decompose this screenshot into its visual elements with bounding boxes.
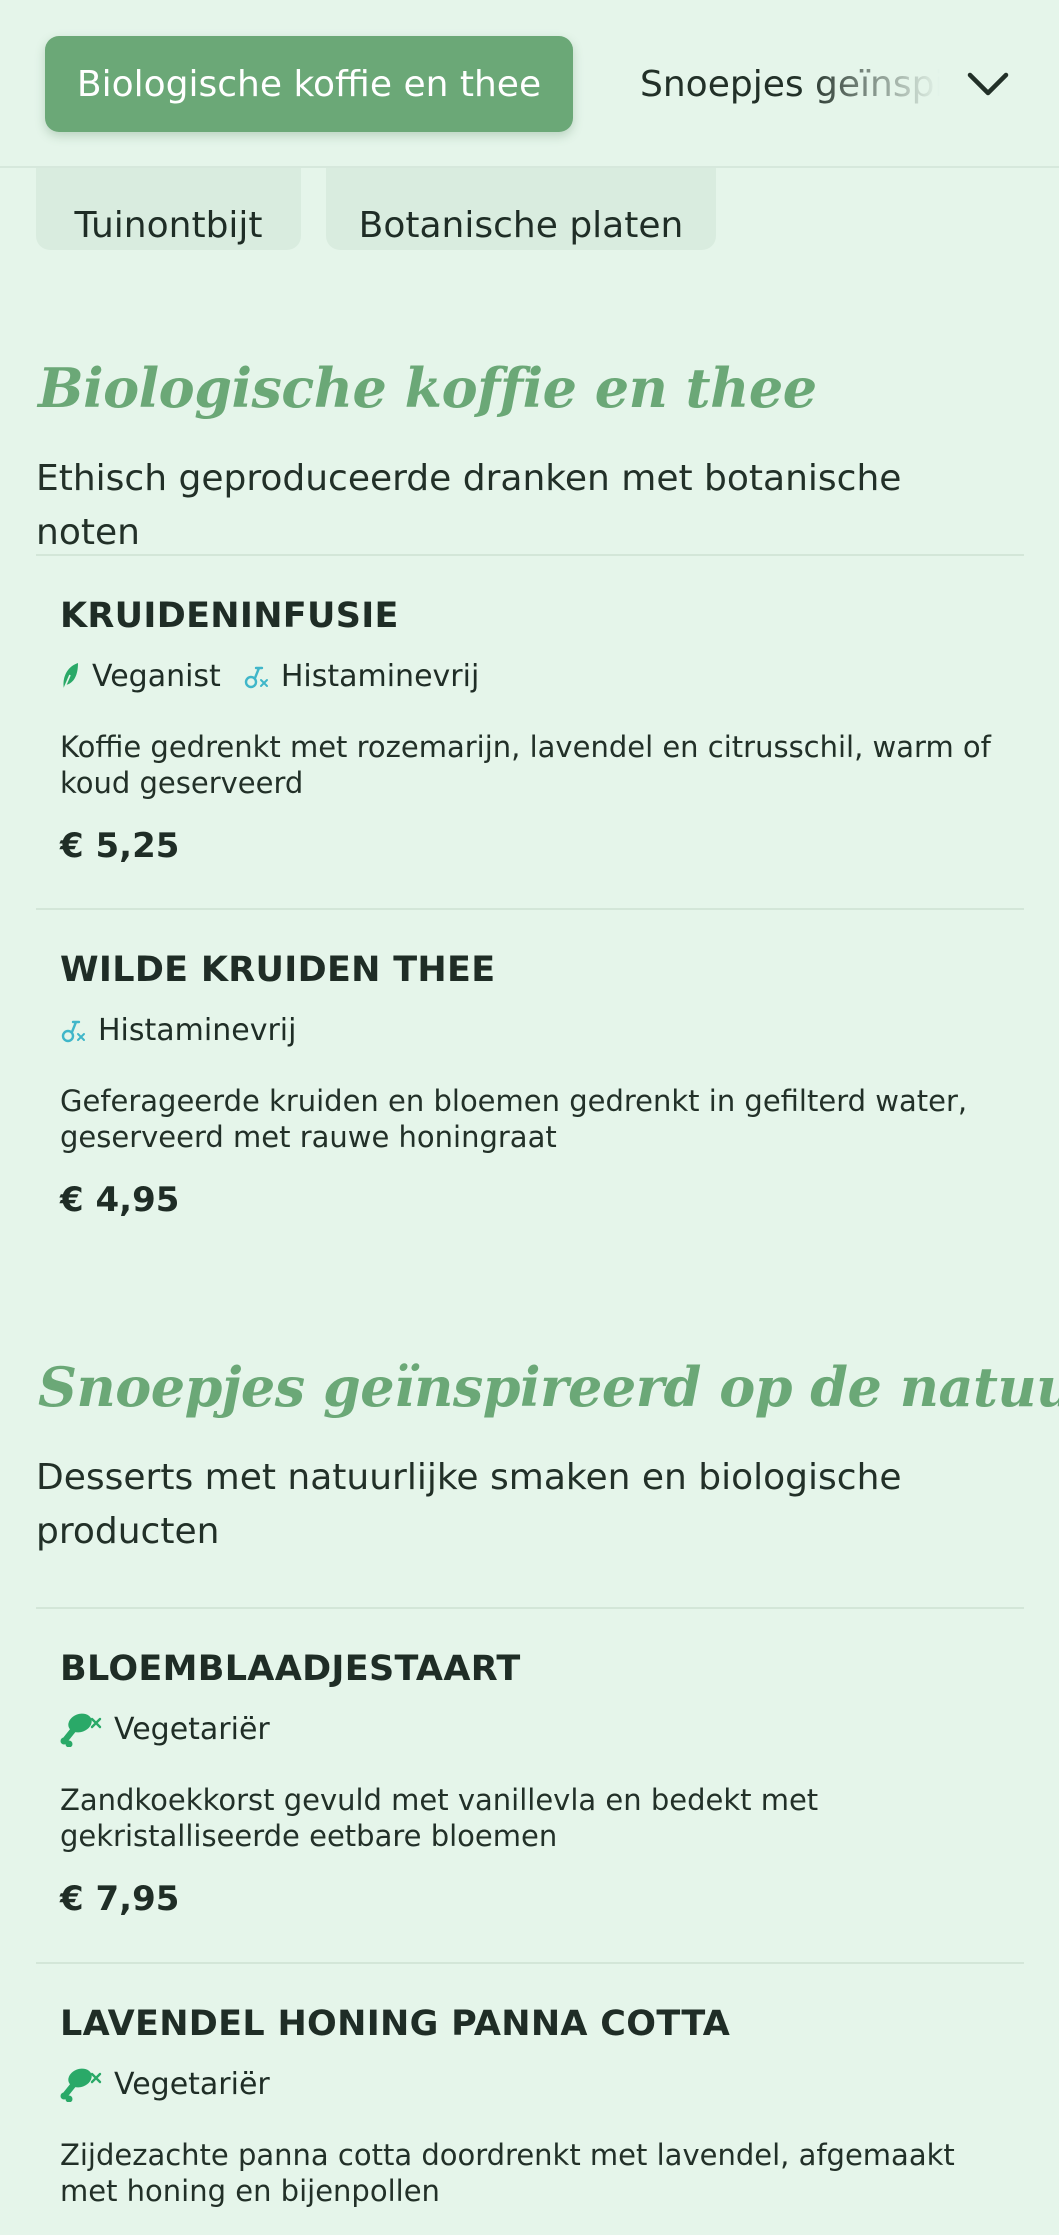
menu-item-description: Koffie gedrenkt met rozemarijn, lavendel… bbox=[60, 730, 991, 800]
category-tab-active[interactable]: Biologische koffie en thee bbox=[45, 36, 573, 132]
leaf-icon bbox=[63, 663, 78, 690]
dietary-tags: Vegetariër bbox=[60, 1709, 292, 1749]
divider bbox=[36, 1962, 1024, 1964]
drumstick-crossed-icon bbox=[60, 1713, 102, 1747]
tag-vegetarian: Vegetariër bbox=[60, 2066, 270, 2102]
category-tab-label: Snoepjes geïnspireerd op de natuur bbox=[640, 63, 940, 105]
tag-label: Vegetariër bbox=[114, 1711, 270, 1747]
section-description: Ethisch geproduceerde dranken met botani… bbox=[36, 458, 902, 553]
menu-item-name: KRUIDENINFUSIE bbox=[60, 596, 399, 636]
menu-item-price: € 7,95 bbox=[60, 1879, 180, 1919]
section-title: Biologische koffie en thee bbox=[38, 356, 817, 420]
menu-item-name: LAVENDEL HONING PANNA COTTA bbox=[60, 2004, 731, 2044]
dietary-tags: Veganist Histaminevrij bbox=[60, 656, 501, 696]
category-chip-label: Tuinontbijt bbox=[74, 204, 263, 246]
menu-item-description: Geferageerde kruiden en bloemen gedrenkt… bbox=[60, 1084, 968, 1154]
menu-item-name: BLOEMBLAADJESTAART bbox=[60, 1649, 521, 1689]
dietary-tags: Vegetariër bbox=[60, 2064, 292, 2104]
menu-item-price: € 5,25 bbox=[60, 826, 180, 866]
tag-label: Veganist bbox=[92, 658, 221, 694]
tag-label: Vegetariër bbox=[114, 2066, 270, 2102]
tag-histamine-free: Histaminevrij bbox=[60, 1013, 296, 1048]
menu-item-description: Zandkoekkorst gevuld met vanillevla en b… bbox=[60, 1783, 819, 1853]
chevron-down-icon[interactable] bbox=[964, 60, 1012, 108]
category-nav-bar: Biologische koffie en thee Snoepjes geïn… bbox=[0, 0, 1059, 168]
tag-label: Histaminevrij bbox=[280, 658, 480, 694]
menu-item-name: WILDE KRUIDEN THEE bbox=[60, 950, 496, 990]
dietary-tags: Histaminevrij bbox=[60, 1010, 318, 1050]
divider bbox=[36, 908, 1024, 910]
menu-item-price: € 4,95 bbox=[60, 1180, 180, 1220]
divider bbox=[36, 554, 1024, 556]
tag-histamine-free: Histaminevrij bbox=[243, 659, 479, 694]
category-chip-label: Botanische platen bbox=[358, 204, 684, 246]
tag-label: Histaminevrij bbox=[98, 1012, 297, 1048]
divider bbox=[36, 1607, 1024, 1609]
category-tab-label: Biologische koffie en thee bbox=[76, 63, 542, 105]
menu-item-description: Zijdezachte panna cotta doordrenkt met l… bbox=[60, 2138, 955, 2208]
tag-vegetarian: Vegetariër bbox=[60, 1711, 270, 1747]
tag-vegan: Veganist bbox=[60, 659, 221, 694]
drumstick-crossed-icon bbox=[60, 2068, 102, 2102]
section-title: Snoepjes geïnspireerd op de natuur bbox=[38, 1355, 1059, 1419]
histamine-free-icon bbox=[244, 666, 268, 689]
section-description: Desserts met natuurlijke smaken en biolo… bbox=[36, 1457, 902, 1552]
histamine-free-icon bbox=[61, 1020, 85, 1043]
category-tab-next[interactable]: Snoepjes geïnspireerd op de natuur bbox=[640, 36, 940, 132]
